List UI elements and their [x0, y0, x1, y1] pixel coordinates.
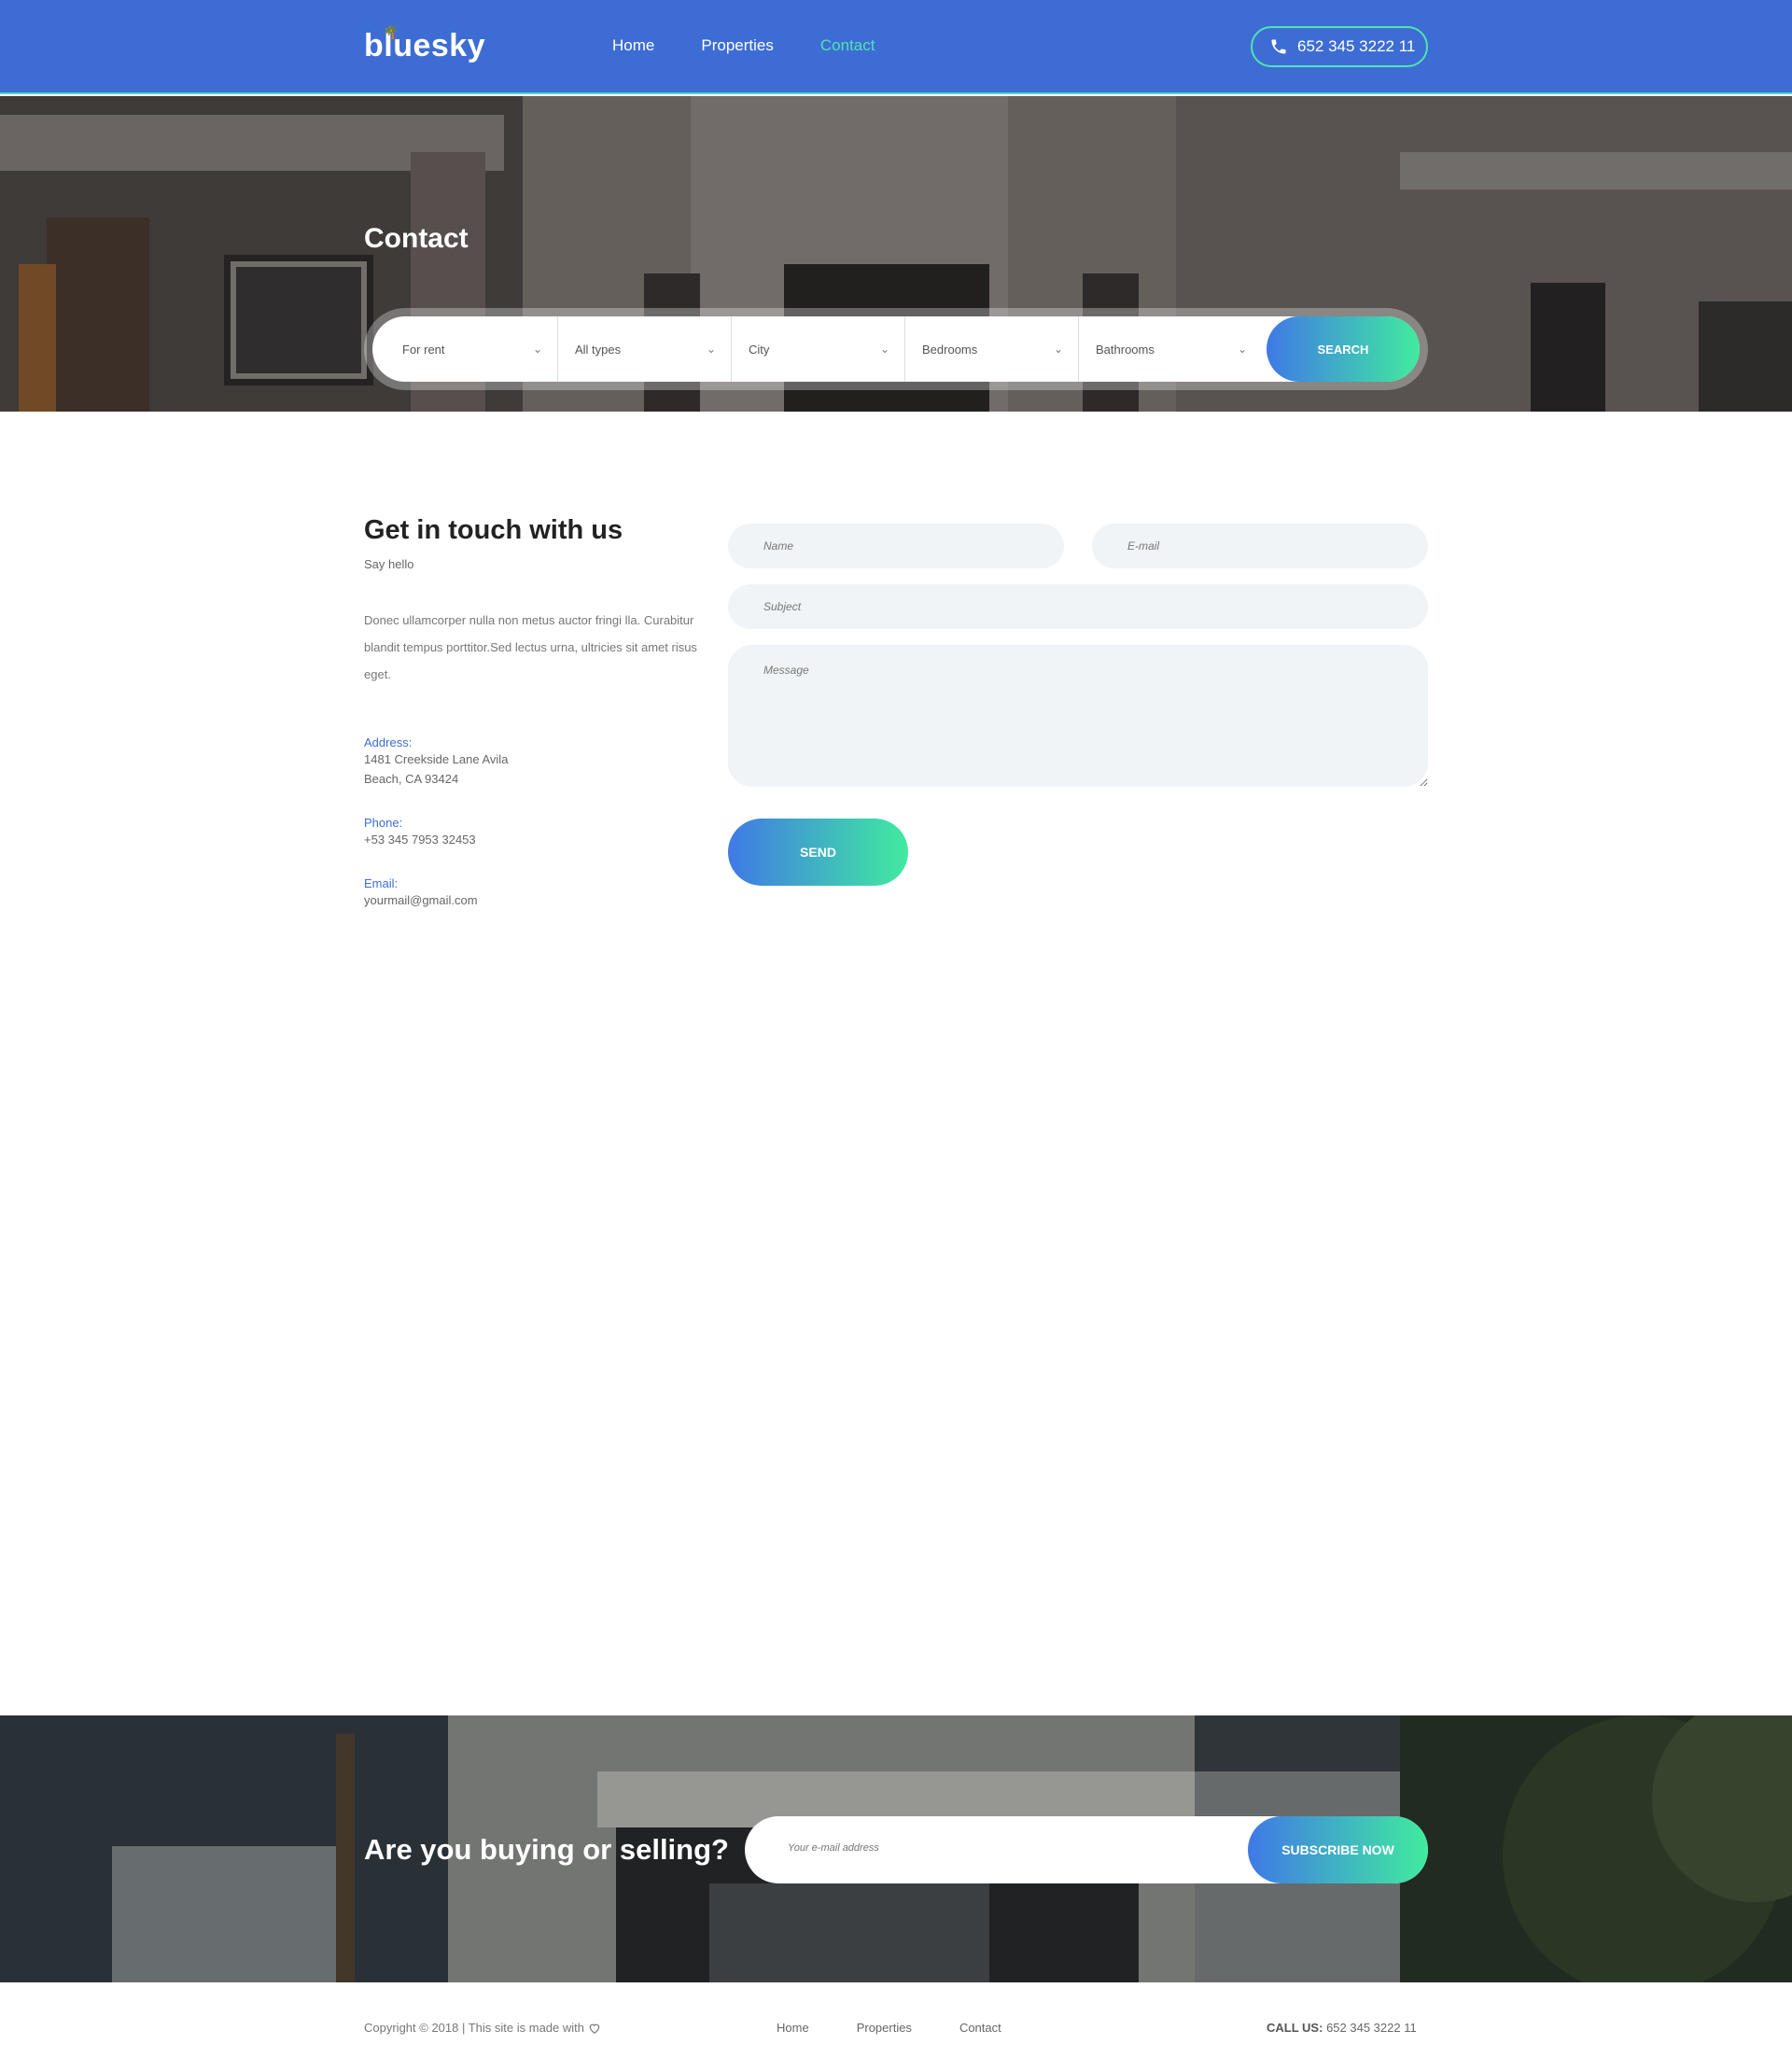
phone-icon	[1271, 39, 1286, 54]
subscribe-button[interactable]: SUBSCRIBE NOW	[1248, 1816, 1428, 1883]
email-label: Email:	[364, 876, 399, 890]
subscribe-heading: Are you buying or selling?	[364, 1833, 729, 1866]
address-line-2: Beach, CA 93424	[364, 772, 459, 786]
select-bedrooms[interactable]: Bedrooms ⌄	[905, 316, 1079, 382]
select-listing-type[interactable]: For rent ⌄	[372, 316, 558, 382]
select-label: Bedrooms	[922, 342, 978, 357]
address-block: Address: 1481 Creekside Lane Avila Beach…	[364, 735, 508, 789]
chevron-down-icon: ⌄	[1237, 343, 1247, 356]
footer-call: CALL US: 652 345 3222 11	[1267, 2021, 1417, 2035]
phone-button[interactable]: 652 345 3222 11	[1251, 26, 1428, 67]
contact-description: Donec ullamcorper nulla non metus auctor…	[364, 613, 697, 681]
main-nav: Home Properties Contact	[612, 36, 921, 55]
search-button[interactable]: SEARCH	[1267, 316, 1420, 382]
message-textarea[interactable]	[728, 645, 1428, 787]
email-input[interactable]	[1092, 524, 1428, 568]
select-label: Bathrooms	[1096, 342, 1155, 357]
search-form: For rent ⌄ All types ⌄ City ⌄ Bedrooms ⌄…	[372, 316, 1420, 382]
select-city[interactable]: City ⌄	[732, 316, 905, 382]
footer-link-contact[interactable]: Contact	[959, 2021, 1001, 2035]
footer-link-properties[interactable]: Properties	[857, 2021, 912, 2035]
page-title: Contact	[364, 223, 469, 254]
email-block: Email: yourmail@gmail.com	[364, 876, 478, 910]
phone-block: Phone: +53 345 7953 32453	[364, 816, 476, 849]
palm-tree-icon: 🌴	[383, 24, 399, 39]
chevron-down-icon: ⌄	[879, 343, 889, 356]
select-label: For rent	[402, 342, 445, 357]
nav-home[interactable]: Home	[612, 36, 654, 55]
select-property-type[interactable]: All types ⌄	[558, 316, 732, 382]
copyright-text: Copyright © 2018 | This site is made wit…	[364, 2021, 584, 2035]
nav-contact[interactable]: Contact	[820, 36, 875, 55]
logo[interactable]: 🌴 bluesky	[364, 24, 485, 64]
phone-value: +53 345 7953 32453	[364, 833, 476, 847]
name-input[interactable]	[728, 524, 1064, 568]
address-label: Address:	[364, 735, 413, 749]
subscribe-section: Are you buying or selling? SUBSCRIBE NOW	[0, 1715, 1792, 1982]
select-label: All types	[575, 342, 622, 357]
heart-icon	[589, 2023, 600, 2034]
contact-subheading: Say hello	[364, 557, 414, 571]
subscribe-email-input[interactable]	[788, 1842, 1161, 1854]
contact-info-column: Get in touch with us Say hello Donec ull…	[364, 515, 700, 688]
subject-input[interactable]	[728, 584, 1428, 629]
contact-heading: Get in touch with us	[364, 515, 623, 545]
chevron-down-icon: ⌄	[1053, 343, 1063, 356]
property-search-bar: For rent ⌄ All types ⌄ City ⌄ Bedrooms ⌄…	[364, 308, 1428, 390]
footer-nav: Home Properties Contact	[777, 2021, 1049, 2035]
call-value: 652 345 3222 11	[1326, 2021, 1417, 2035]
email-value[interactable]: yourmail@gmail.com	[364, 890, 478, 910]
site-header: 🌴 bluesky Home Properties Contact 652 34…	[0, 0, 1792, 94]
call-label: CALL US:	[1267, 2021, 1323, 2035]
send-button[interactable]: SEND	[728, 819, 908, 886]
phone-number: 652 345 3222 11	[1297, 37, 1416, 55]
hero-banner: Contact For rent ⌄ All types ⌄ City ⌄ Be…	[0, 96, 1792, 412]
copyright: Copyright © 2018 | This site is made wit…	[364, 2021, 601, 2035]
address-line-1: 1481 Creekside Lane Avila	[364, 752, 509, 766]
phone-label: Phone:	[364, 816, 403, 830]
nav-properties[interactable]: Properties	[701, 36, 773, 55]
subscribe-form: SUBSCRIBE NOW	[745, 1816, 1428, 1883]
site-footer: Copyright © 2018 | This site is made wit…	[0, 1982, 1792, 2072]
chevron-down-icon: ⌄	[706, 343, 716, 356]
select-label: City	[749, 342, 770, 357]
select-bathrooms[interactable]: Bathrooms ⌄	[1079, 316, 1262, 382]
chevron-down-icon: ⌄	[532, 343, 542, 356]
footer-link-home[interactable]: Home	[777, 2021, 809, 2035]
